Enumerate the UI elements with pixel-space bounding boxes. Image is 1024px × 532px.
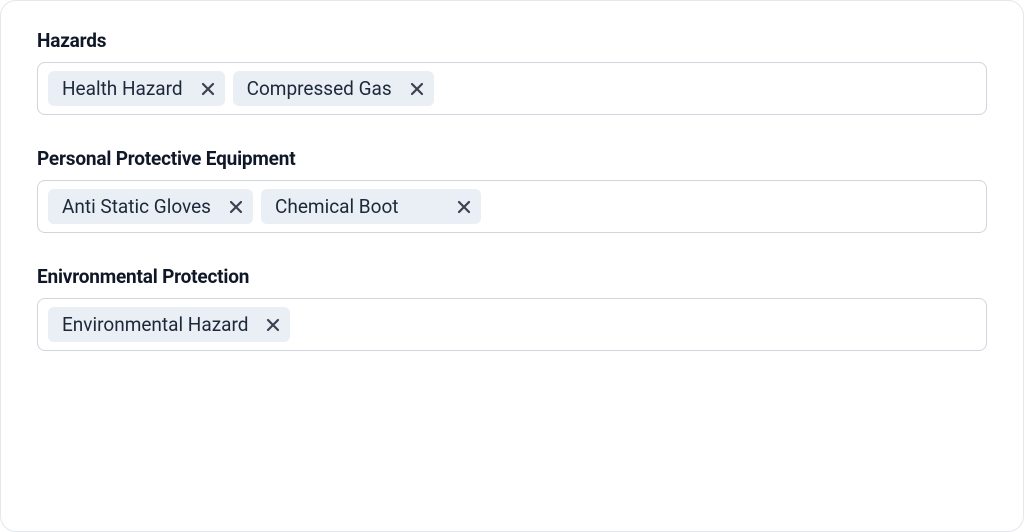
tag-input-hazards[interactable]: Health Hazard Compressed Gas [37,62,987,115]
tag-chemical-boot: Chemical Boot [261,189,481,224]
tag-label: Anti Static Gloves [62,195,211,218]
tag-compressed-gas: Compressed Gas [233,71,434,106]
close-icon[interactable] [410,82,424,96]
close-icon[interactable] [266,318,280,332]
field-label-ppe: Personal Protective Equipment [37,147,987,170]
field-label-environmental: Enivronmental Protection [37,265,987,288]
close-icon[interactable] [229,200,243,214]
field-hazards: Hazards Health Hazard Compressed Gas [37,29,987,115]
tag-environmental-hazard: Environmental Hazard [48,307,290,342]
tag-input-environmental[interactable]: Environmental Hazard [37,298,987,351]
form-card: Hazards Health Hazard Compressed Gas Per… [0,0,1024,532]
tag-label: Health Hazard [62,77,183,100]
close-icon[interactable] [201,82,215,96]
tag-label: Compressed Gas [247,77,392,100]
tag-input-ppe[interactable]: Anti Static Gloves Chemical Boot [37,180,987,233]
field-environmental: Enivronmental Protection Environmental H… [37,265,987,351]
tag-label: Chemical Boot [275,195,399,218]
tag-health-hazard: Health Hazard [48,71,225,106]
field-label-hazards: Hazards [37,29,987,52]
close-icon[interactable] [457,200,471,214]
tag-anti-static-gloves: Anti Static Gloves [48,189,253,224]
tag-label: Environmental Hazard [62,313,248,336]
field-ppe: Personal Protective Equipment Anti Stati… [37,147,987,233]
